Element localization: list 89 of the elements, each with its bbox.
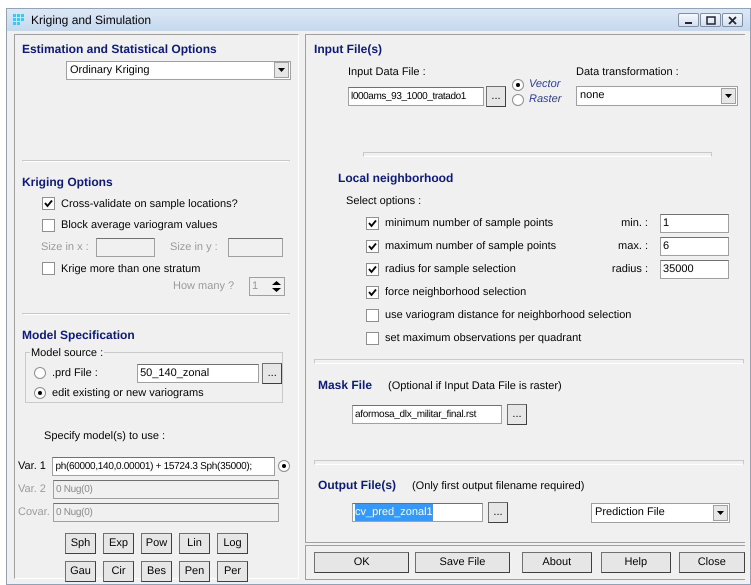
field-label: radius : — [612, 262, 648, 278]
variable-label: Covar. — [18, 504, 51, 520]
section-heading: Estimation and Statistical Options — [22, 41, 218, 58]
section-heading: Mask File — [318, 377, 372, 394]
checkbox[interactable] — [42, 197, 55, 210]
checkbox[interactable] — [366, 286, 379, 299]
model-button[interactable]: Pow — [141, 532, 172, 554]
model-button[interactable]: Per — [217, 560, 248, 582]
field-label: How many ? — [173, 279, 236, 294]
input-field[interactable] — [96, 238, 155, 256]
radio-button[interactable] — [512, 94, 524, 106]
input-field[interactable]: 50_140_zonal — [137, 364, 260, 382]
dropdown[interactable]: Ordinary Kriging — [66, 61, 291, 80]
field-label: Size in x : — [41, 240, 90, 255]
field-label: Size in y : — [170, 240, 219, 255]
browse-button[interactable]: ... — [507, 404, 527, 424]
input-field[interactable]: aformosa_dlx_militar_final.rst — [352, 404, 502, 424]
input-field[interactable]: 35000 — [660, 260, 729, 279]
model-button[interactable]: Log — [217, 532, 248, 554]
caret-icon — [713, 504, 728, 520]
app-icon — [12, 13, 26, 27]
checkbox-label: use variogram distance for neighborhood selection — [385, 308, 632, 324]
dialog-button[interactable]: Close — [678, 552, 745, 573]
field-label: Input Data File : — [348, 65, 427, 80]
radio-button[interactable] — [34, 367, 46, 379]
variable-label: Var. 2 — [18, 482, 47, 497]
section-heading: Local neighborhood — [338, 170, 454, 186]
checkbox[interactable] — [42, 218, 55, 232]
section-heading: Kriging Options — [22, 174, 114, 190]
radio-button[interactable] — [512, 78, 524, 90]
checkbox[interactable] — [366, 240, 379, 253]
dialog-button[interactable]: About — [522, 552, 592, 573]
checkbox-label: minimum number of sample points — [385, 216, 554, 232]
checkbox-label: set maximum observations per quadrant — [385, 331, 582, 346]
checkbox[interactable] — [366, 263, 379, 276]
close-icon[interactable] — [722, 13, 743, 27]
model-button[interactable]: Lin — [179, 532, 210, 554]
checkbox-label: Krige more than one stratum — [61, 262, 200, 276]
minimize-icon[interactable] — [678, 13, 699, 27]
radio-button[interactable] — [278, 460, 290, 472]
input-field[interactable] — [228, 238, 283, 256]
dialog-button[interactable]: OK — [314, 552, 410, 573]
field-label: min. : — [621, 216, 648, 232]
field-label: Data transformation : — [576, 65, 680, 80]
input-field[interactable]: ph(60000,140,0.00001) + 15724.3 Sph(35000); — [52, 456, 275, 476]
dialog-button[interactable]: Help — [601, 552, 670, 573]
radio-label: edit existing or new variograms — [52, 386, 204, 401]
selected-text: cv_pred_zonal1 — [355, 504, 433, 521]
checkbox[interactable] — [366, 217, 379, 230]
section-heading: Output File(s) — [318, 476, 396, 494]
checkbox[interactable] — [42, 262, 55, 276]
dropdown[interactable]: none — [576, 86, 738, 106]
input-field[interactable]: 1 — [660, 214, 729, 233]
checkbox[interactable] — [366, 309, 379, 322]
checkbox-label: Block average variogram values — [61, 218, 218, 233]
variable-label: Var. 1 — [18, 458, 47, 474]
checkbox-label: radius for sample selection — [385, 262, 516, 278]
radio-label: Vector — [529, 77, 560, 92]
radio-label: .prd File : — [52, 366, 99, 381]
radio-label: Raster — [529, 92, 562, 108]
maximize-icon[interactable] — [700, 13, 721, 27]
dialog-button[interactable]: Save File — [415, 552, 510, 573]
caret-icon — [274, 62, 289, 78]
checkbox-label: maximum number of sample points — [385, 239, 556, 254]
model-button[interactable]: Bes — [141, 560, 172, 582]
note-text: (Only first output filename required) — [412, 478, 584, 494]
checkbox-label: Cross-validate on sample locations? — [61, 196, 238, 212]
radio-button[interactable] — [34, 387, 46, 399]
instruction-text: Select options : — [346, 194, 422, 208]
section-heading: Model Specification — [22, 327, 136, 344]
input-field[interactable]: l000ams_93_1000_tratado1 — [348, 86, 484, 106]
window-title: Kriging and Simulation — [31, 12, 152, 29]
field-label: max. : — [618, 239, 648, 254]
checkbox-label: force neighborhood selection — [385, 285, 526, 300]
model-button[interactable]: Gau — [65, 560, 96, 582]
dropdown[interactable]: Prediction File — [591, 502, 730, 522]
model-button[interactable]: Pen — [179, 560, 210, 582]
caret-icon — [721, 88, 736, 104]
section-heading: Input File(s) — [314, 41, 383, 58]
browse-button[interactable]: ... — [488, 502, 508, 523]
instruction-text: Specify model(s) to use : — [44, 429, 166, 444]
browse-button[interactable]: ... — [262, 362, 282, 384]
input-field[interactable]: 6 — [660, 237, 729, 256]
checkbox[interactable] — [366, 332, 379, 345]
note-text: (Optional if Input Data File is raster) — [388, 379, 562, 394]
model-button[interactable]: Exp — [103, 532, 134, 554]
model-button[interactable]: Cir — [103, 560, 134, 582]
browse-button[interactable]: ... — [486, 86, 506, 106]
model-button[interactable]: Sph — [65, 532, 96, 554]
